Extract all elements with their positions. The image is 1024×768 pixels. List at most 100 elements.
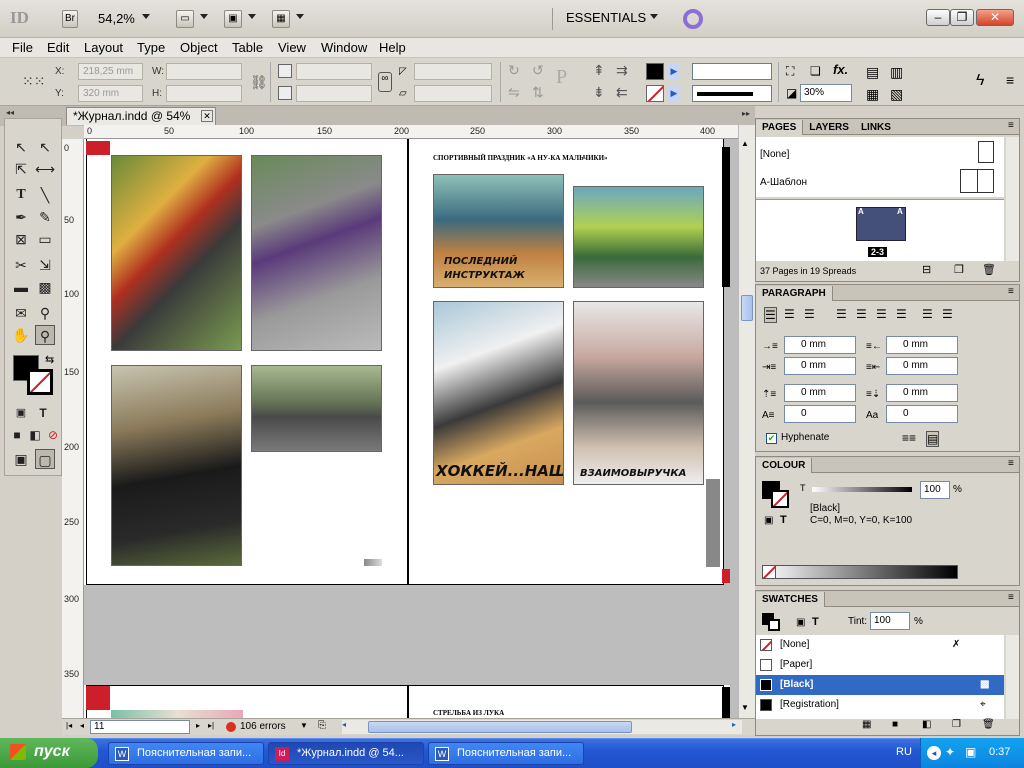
none-color-swatch[interactable] <box>762 565 776 579</box>
align-text-top-icon[interactable]: ▤ <box>866 64 879 81</box>
screen-mode-icon[interactable]: ▣ <box>224 10 242 28</box>
align-left-icon[interactable]: ☰ <box>764 307 777 323</box>
fx-effects-icon[interactable]: fx. <box>833 62 848 77</box>
select-content-icon[interactable]: ⇟ <box>593 84 605 101</box>
hyphenate-checkbox[interactable]: ✔ <box>766 433 777 444</box>
panel-menu-icon[interactable]: ≡ <box>1006 72 1014 88</box>
justify-right-icon[interactable]: ☰ <box>876 307 887 321</box>
gradient-feather-tool-icon[interactable]: ▩ <box>35 277 55 297</box>
zoom-tool-icon[interactable]: ⚲ <box>35 325 55 345</box>
swatch-stroke-box[interactable] <box>768 619 780 631</box>
align-towards-spine-icon[interactable]: ☰ <box>922 307 933 321</box>
stroke-color-box[interactable] <box>27 369 53 395</box>
open-doc-icon[interactable]: ⎘ <box>318 720 326 731</box>
task-indesign[interactable]: Id *Журнал.indd @ 54... <box>268 742 424 765</box>
gradient-swatch-tool-icon[interactable]: ▬ <box>11 277 31 297</box>
last-line-indent-field[interactable]: 0 mm <box>886 357 958 375</box>
none-master[interactable]: [None] <box>760 149 789 160</box>
swatch-row-black[interactable]: [Black] ▩ <box>756 675 1004 695</box>
scroll-down-icon[interactable]: ▼ <box>741 703 749 712</box>
no-align-grid-icon[interactable]: ≡≡ <box>902 431 916 445</box>
apply-gradient-icon[interactable]: ◧ <box>25 425 45 445</box>
align-center-icon[interactable]: ☰ <box>784 307 795 321</box>
left-indent-field[interactable]: 0 mm <box>784 336 856 354</box>
photo-team[interactable] <box>573 186 704 288</box>
page-number-field[interactable]: 11 <box>90 720 190 734</box>
y-field[interactable]: 320 mm <box>78 85 143 102</box>
arrange-documents-icon[interactable]: ▦ <box>272 10 290 28</box>
document-canvas[interactable]: СПОРТИВНЫЙ ПРАЗДНИК «А НУ-КА МАЛЬЧИКИ» П… <box>84 139 738 718</box>
tab-paragraph[interactable]: PARAGRAPH <box>756 286 833 301</box>
stroke-type-dropdown[interactable] <box>692 85 772 102</box>
scroll-left-icon[interactable]: ◂ <box>342 720 346 729</box>
drop-shadow-icon[interactable]: ❏ <box>810 64 821 78</box>
shear-field[interactable] <box>414 85 492 102</box>
bridge-button[interactable]: Br <box>62 10 78 28</box>
spread-thumbnail[interactable]: A A <box>856 207 906 241</box>
arrange-dropdown-icon[interactable] <box>296 14 304 19</box>
line-tool-icon[interactable]: ╲ <box>35 185 55 205</box>
select-next-icon[interactable]: ⇉ <box>616 62 628 79</box>
tray-network-icon[interactable]: ▣ <box>965 745 976 759</box>
menu-table[interactable]: Table <box>232 40 263 55</box>
view-options-dropdown-icon[interactable] <box>200 14 208 19</box>
swatch-text-icon[interactable]: T <box>812 616 819 628</box>
colour-spectrum[interactable] <box>762 565 958 579</box>
photo-instruction[interactable]: ПОСЛЕДНИЙ ИНСТРУКТАЖ <box>433 174 564 288</box>
prev-page-icon[interactable]: ◂ <box>80 721 84 730</box>
menu-view[interactable]: View <box>278 40 306 55</box>
photo-boy-in-park[interactable] <box>111 365 242 566</box>
document-tab[interactable]: *Журнал.indd @ 54% ✕ <box>66 107 216 125</box>
type-tool-icon[interactable]: T <box>11 185 31 205</box>
photo-hockey[interactable]: ХОККЕЙ...НАШ <box>433 301 564 485</box>
tab-swatches[interactable]: SWATCHES <box>756 592 825 607</box>
space-before-field[interactable]: 0 mm <box>784 384 856 402</box>
task-explanatory-note-1[interactable]: W Пояснительная запи... <box>108 742 264 765</box>
tray-back-icon[interactable]: ◂ <box>927 746 941 760</box>
scale-x-field[interactable] <box>296 63 372 80</box>
workspace-dropdown-icon[interactable] <box>650 14 658 19</box>
lightning-icon[interactable]: ϟ <box>976 72 984 90</box>
fill-arrow-icon[interactable]: ▶ <box>668 63 680 80</box>
pages-scrollbar[interactable] <box>1006 137 1019 261</box>
new-page-icon[interactable]: ❐ <box>954 263 964 276</box>
show-color-swatches-icon[interactable]: ■ <box>892 719 898 730</box>
align-right-icon[interactable]: ☰ <box>804 307 815 321</box>
h-scroll-thumb[interactable] <box>368 721 632 733</box>
h-field[interactable] <box>166 85 242 102</box>
menu-edit[interactable]: Edit <box>47 40 69 55</box>
w-field[interactable] <box>166 63 242 80</box>
view-options-icon[interactable]: ▭ <box>176 10 194 28</box>
show-all-swatches-icon[interactable]: ▦ <box>862 719 871 730</box>
zoom-dropdown-icon[interactable] <box>142 14 150 19</box>
rectangle-tool-icon[interactable]: ▭ <box>35 229 55 249</box>
a-master[interactable]: А-Шаблон <box>760 177 807 188</box>
tab-layers[interactable]: LAYERS <box>803 120 855 135</box>
tab-links[interactable]: LINKS <box>855 120 897 135</box>
tab-pages[interactable]: PAGES <box>756 120 804 135</box>
zoom-level[interactable]: 54,2% <box>98 11 135 26</box>
scale-y-field[interactable] <box>296 85 372 102</box>
menu-object[interactable]: Object <box>180 40 218 55</box>
note-tool-icon[interactable]: ✉ <box>11 303 31 323</box>
rectangle-frame-tool-icon[interactable]: ⊠ <box>11 229 31 249</box>
rotate-cw-icon[interactable]: ↻ <box>508 62 520 79</box>
hand-tool-icon[interactable]: ✋ <box>11 325 31 345</box>
vertical-scrollbar[interactable]: ▲ ▼ <box>738 125 755 718</box>
spread-heading[interactable]: СПОРТИВНЫЙ ПРАЗДНИК «А НУ-КА МАЛЬЧИКИ» <box>433 154 608 162</box>
preflight-error-icon[interactable] <box>226 722 236 732</box>
formatting-text-icon[interactable]: T <box>33 403 53 423</box>
swatch-row-none[interactable]: [None] ✗ <box>756 635 1004 655</box>
last-page-icon[interactable]: ▸| <box>208 721 214 730</box>
tray-app-icon[interactable]: ✦ <box>945 745 955 759</box>
align-text-center-icon[interactable]: ▥ <box>890 64 903 81</box>
rotate-field[interactable] <box>414 63 492 80</box>
next-page-icon[interactable]: ▸ <box>196 721 200 730</box>
scroll-up-icon[interactable]: ▲ <box>741 139 749 148</box>
flip-h-icon[interactable]: ⇋ <box>508 84 520 101</box>
tint-field[interactable]: 100 <box>920 481 950 499</box>
tint-slider[interactable] <box>812 487 912 492</box>
panel-menu-icon[interactable]: ≡ <box>1008 286 1014 297</box>
expand-panels-icon[interactable]: ▸▸ <box>742 109 750 118</box>
panel-menu-icon[interactable]: ≡ <box>1008 592 1014 603</box>
